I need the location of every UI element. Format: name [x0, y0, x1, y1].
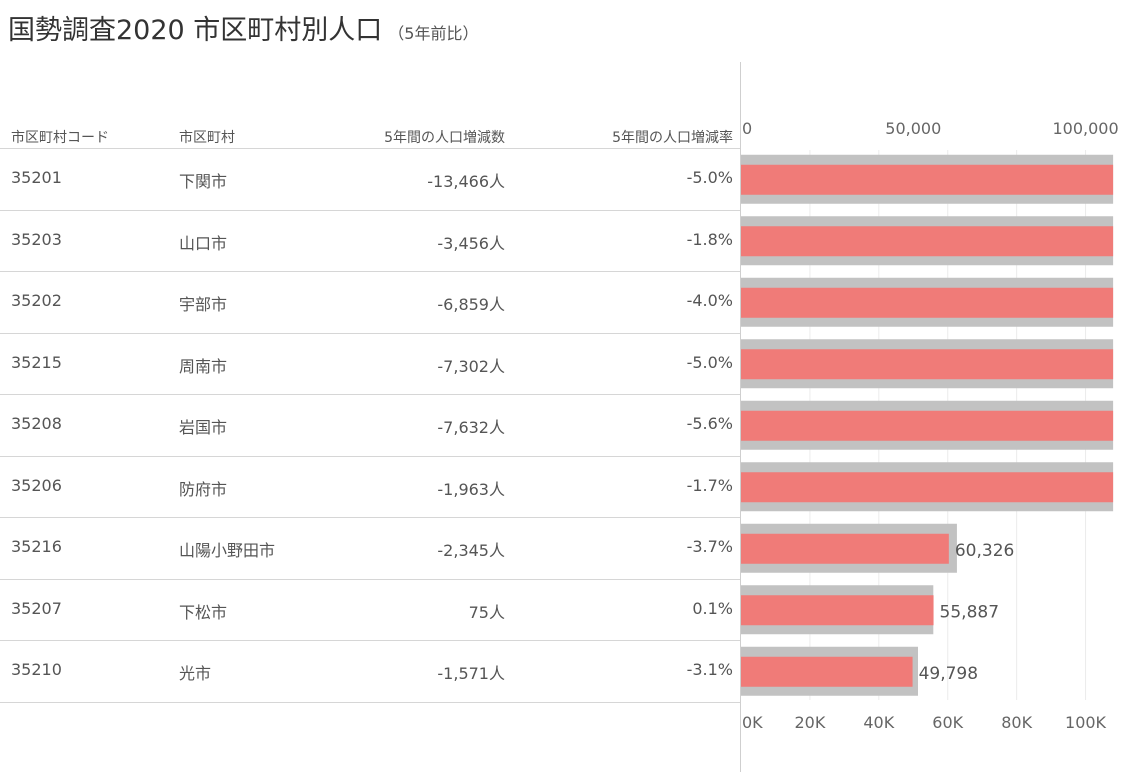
- bar-value-label: 55,887: [940, 602, 999, 622]
- bottom-axis-tick-label: 40K: [863, 713, 894, 732]
- bottom-axis-tick-label: 60K: [932, 713, 963, 732]
- bar-current: [741, 226, 1114, 257]
- bar-current: [741, 656, 913, 687]
- population-bar-chart: 0 50,000 100,000 0K 20K 40K 60K 80K 100K 60,326 55…: [741, 119, 1119, 732]
- bar-current: [741, 595, 934, 626]
- bar-current: [741, 349, 1114, 380]
- bar-current: [741, 472, 1114, 503]
- bottom-axis-tick-label: 20K: [794, 713, 825, 732]
- bar-value-label: 49,798: [919, 664, 978, 684]
- top-axis-tick-label: 100,000: [1052, 119, 1118, 138]
- bottom-axis-tick-label: 80K: [1001, 713, 1032, 732]
- bar-current: [741, 287, 1114, 318]
- bar-current: [741, 533, 949, 564]
- bottom-axis-tick-label: 100K: [1065, 713, 1107, 732]
- bar-current: [741, 410, 1114, 441]
- bar-current: [741, 164, 1114, 195]
- top-axis-tick-label: 50,000: [885, 119, 941, 138]
- bottom-axis-tick-label: 0K: [742, 713, 763, 732]
- top-axis-tick-label: 0: [742, 119, 752, 138]
- bar-value-label: 60,326: [955, 541, 1014, 561]
